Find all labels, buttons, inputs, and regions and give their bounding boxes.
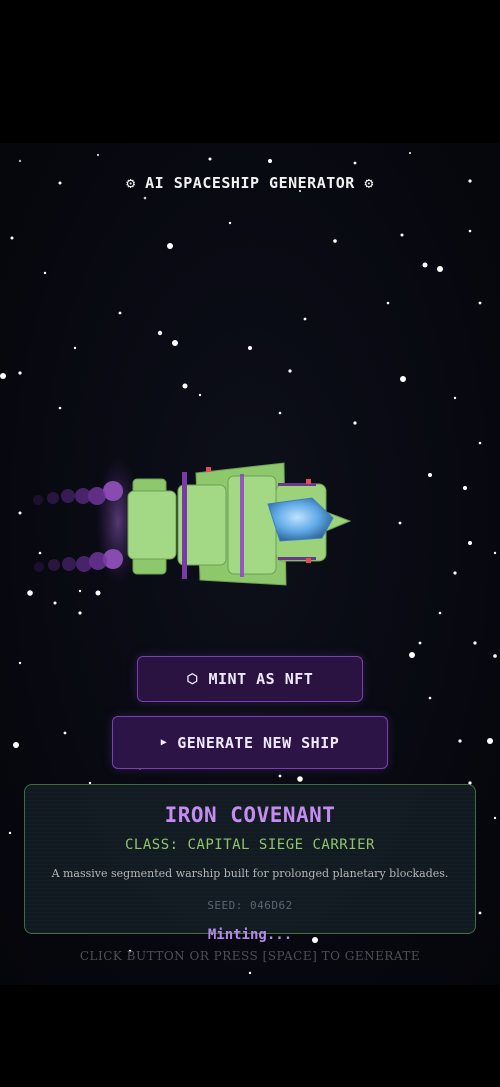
page-title: ⚙ AI SPACESHIP GENERATOR ⚙ <box>126 174 374 192</box>
generate-ship-label: GENERATE NEW SHIP <box>177 733 340 752</box>
ship-info-card: IRON COVENANT CLASS: CAPITAL SIEGE CARRI… <box>24 784 476 934</box>
generate-hint: CLICK BUTTON OR PRESS [SPACE] TO GENERAT… <box>79 949 421 963</box>
minting-status: Minting... <box>207 927 293 943</box>
ship-description: A massive segmented warship built for pr… <box>51 867 449 880</box>
mint-nft-button[interactable]: ⬡ MINT AS NFT <box>137 656 363 702</box>
ship-name: IRON COVENANT <box>164 803 336 827</box>
ship-seed: SEED: 046D62 <box>207 899 293 912</box>
game-screen: ⚙ AI SPACESHIP GENERATOR ⚙ ⬡ MINT AS NFT… <box>0 143 500 985</box>
mint-nft-label: MINT AS NFT <box>208 670 314 688</box>
play-icon: ▶ <box>160 737 168 748</box>
generate-ship-button[interactable]: ▶ GENERATE NEW SHIP <box>112 716 388 769</box>
hexagon-icon: ⬡ <box>186 671 199 687</box>
spaceship-illustration <box>33 456 352 586</box>
engine-exhaust-trail <box>33 456 140 586</box>
ship-class: CLASS: CAPITAL SIEGE CARRIER <box>124 837 375 853</box>
